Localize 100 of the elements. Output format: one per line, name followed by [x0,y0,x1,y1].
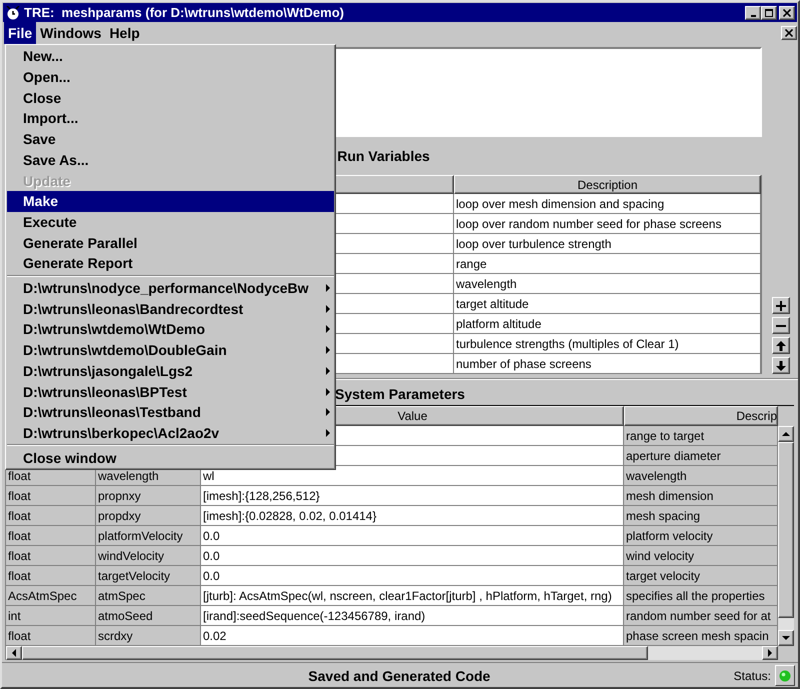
table-cell: aperture diameter [624,446,778,466]
table-cell: mesh spacing [624,506,778,526]
scrollbar-thumb[interactable] [22,646,648,660]
menu-item[interactable]: New... [7,46,334,67]
table-cell: wl [201,466,624,486]
scroll-down-button[interactable] [778,630,794,646]
table-cell: float [6,546,96,566]
menu-item[interactable]: D:\wtruns\jasongale\Lgs2 [7,360,334,382]
table-cell: turbulence strengths (multiples of Clear 1) [454,334,761,354]
status-light-icon [779,670,791,682]
table-cell: scrdxy [96,626,201,646]
up-arrow-icon [776,340,786,350]
menu-item[interactable]: D:\wtruns\wtdemo\WtDemo [7,319,334,340]
menu-item[interactable]: Execute [7,212,334,232]
window-title: TRE: meshparams (for D:\wtruns\wtdemo\WtDemo) [24,5,345,20]
table-cell: platformVelocity [96,526,201,546]
menu-item[interactable]: Generate Parallel [7,232,334,254]
section-title: System Parameters [335,386,465,402]
table-cell: wavelength [624,466,778,486]
menu-bar-item[interactable]: Windows [36,22,106,44]
clock-icon [6,6,20,20]
plus-icon [776,300,786,310]
column-header[interactable]: Description [454,175,761,194]
column-header[interactable]: Descrip [624,406,778,426]
table-cell: loop over random number seed for phase screens [454,214,761,234]
menu-item[interactable]: D:\wtruns\nodyce_performance\NodyceBw [7,278,334,298]
maximize-button[interactable] [761,6,777,20]
table-cell: atmSpec [96,586,201,606]
section-title: Run Variables [337,148,430,164]
menu-item[interactable]: Save [7,128,334,150]
menu-item[interactable]: D:\wtruns\leonas\Bandrecordtest [7,298,334,320]
submenu-arrow-icon [326,325,330,334]
table-cell: specifies all the properties [624,586,778,606]
table-cell: int [6,606,96,626]
close-icon [783,8,791,16]
table-cell: float [6,626,96,646]
table-cell: target altitude [454,294,761,314]
submenu-arrow-icon [326,366,330,375]
add-row-button[interactable] [772,297,790,314]
table-cell: 0.0 [201,526,624,546]
table-cell: range to target [624,426,778,446]
submenu-arrow-icon [326,284,330,292]
table-cell: float [6,486,96,506]
table-cell: loop over mesh dimension and spacing [454,194,761,214]
table-cell: target velocity [624,566,778,586]
close-button[interactable] [781,26,797,40]
table-cell: mesh dimension [624,486,778,506]
close-icon [785,29,793,37]
table-cell: random number seed for at [624,606,778,626]
menu-item[interactable]: Save As... [7,150,334,170]
table-cell: wind velocity [624,546,778,566]
menu-item[interactable]: Generate Report [7,253,334,274]
table-cell: 0.02 [201,626,624,646]
submenu-arrow-icon [326,346,330,354]
menu-item[interactable]: D:\wtruns\wtdemo\DoubleGain [7,340,334,361]
scroll-right-button[interactable] [762,646,778,660]
table-cell: number of phase screens [454,354,761,374]
arrow-icon [10,649,18,657]
menu-item[interactable]: Close window [7,447,334,468]
table-cell: 0.0 [201,546,624,566]
remove-row-button[interactable] [772,317,790,334]
table-cell: [jturb]: AcsAtmSpec(wl, nscreen, clear1Factor[jturb] , hPlatform, hTarget, rng) [201,586,624,606]
horizontal-scrollbar[interactable] [5,646,778,660]
table-cell: AcsAtmSpec [6,586,96,606]
down-arrow-icon [776,360,786,370]
minimize-button[interactable] [745,6,761,20]
scrollbar-thumb[interactable] [778,442,794,618]
menu-item[interactable]: Import... [7,108,334,129]
submenu-arrow-icon [326,304,330,313]
table-cell: wavelength [454,274,761,294]
scroll-left-button[interactable] [6,646,22,660]
minimize-icon [750,14,756,16]
menu-item[interactable]: D:\wtruns\leonas\BPTest [7,381,334,402]
menu-bar-item[interactable]: Help [105,22,144,44]
submenu-arrow-icon [326,388,330,396]
menu-bar-item[interactable]: File [4,22,36,44]
arrow-icon [782,430,790,438]
table-cell: propnxy [96,486,201,506]
table-cell: [imesh]:{128,256,512} [201,486,624,506]
table-cell: loop over turbulence strength [454,234,761,254]
maximize-icon [765,8,773,16]
table-cell: float [6,566,96,586]
table-cell: atmoSeed [96,606,201,626]
menu-item[interactable]: Make [7,190,334,212]
move-up-button[interactable] [772,337,790,354]
menu-item[interactable]: Close [7,87,334,108]
table-cell: range [454,254,761,274]
status-label: Status: [734,668,771,682]
menu-item[interactable]: Open... [7,66,334,88]
table-cell: phase screen mesh spacin [624,626,778,646]
scroll-up-button[interactable] [778,426,794,442]
table-cell: [imesh]:{0.02828, 0.02, 0.01414} [201,506,624,526]
table-cell: platform altitude [454,314,761,334]
table-cell: [irand]:seedSequence(-123456789, irand) [201,606,624,626]
move-down-button[interactable] [772,357,790,374]
table-cell: propdxy [96,506,201,526]
close-button[interactable] [779,6,795,20]
table-cell: 0.0 [201,566,624,586]
table-cell: float [6,506,96,526]
submenu-arrow-icon [326,408,330,416]
